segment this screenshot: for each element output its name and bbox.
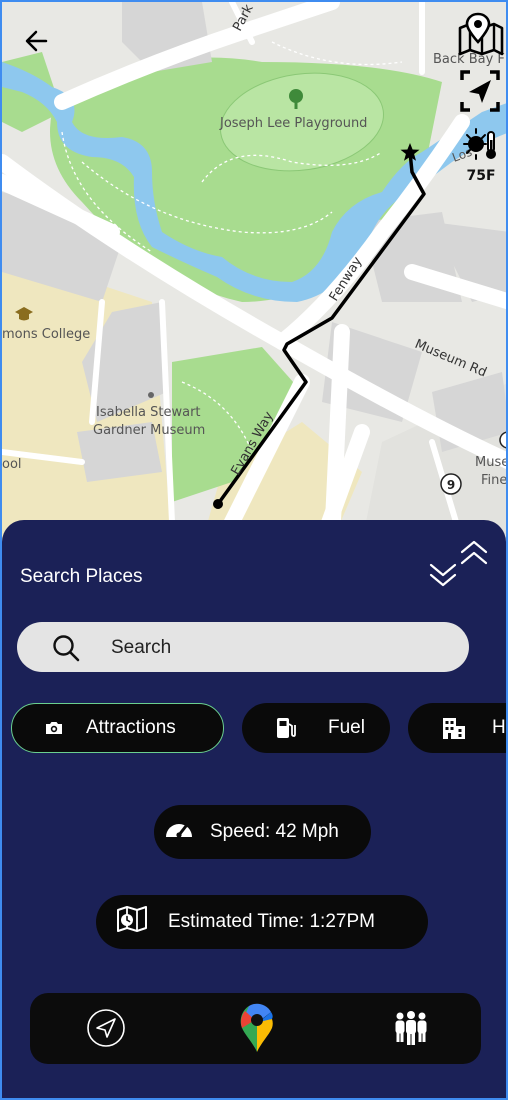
chevron-double-up-icon[interactable] xyxy=(458,540,490,566)
sun-thermometer-icon xyxy=(463,128,496,160)
app-frame: 9 Joseph Lee Playground Isabella Stewart… xyxy=(0,0,508,1100)
college-label: mons College xyxy=(2,327,90,342)
search-icon xyxy=(53,635,80,662)
arrow-left-icon xyxy=(25,30,48,52)
fuel-pump-icon xyxy=(274,716,298,740)
museum-fine-label-1: Muse xyxy=(475,455,508,470)
temperature-label: 75F xyxy=(466,168,496,184)
hotel-icon xyxy=(442,716,466,740)
chip-attractions[interactable]: Attractions xyxy=(11,703,224,753)
speed-indicator: Speed: 42 Mph xyxy=(154,805,371,859)
search-input[interactable] xyxy=(109,630,453,666)
bottom-nav xyxy=(30,993,481,1064)
museum-label-2: Gardner Museum xyxy=(93,423,205,438)
locate-button[interactable] xyxy=(460,70,500,112)
nav-maps-button[interactable] xyxy=(235,1003,279,1053)
playground-label: Joseph Lee Playground xyxy=(219,116,367,131)
navigation-arrow-icon xyxy=(460,70,500,112)
chip-hotels[interactable]: Hotels xyxy=(408,703,506,753)
museum-label-1: Isabella Stewart xyxy=(96,405,201,420)
navigation-arrow-icon xyxy=(87,1009,125,1047)
nav-navigate-button[interactable] xyxy=(82,1003,130,1053)
speedometer-icon xyxy=(164,817,194,847)
museum-fine-label-2: Fine xyxy=(481,473,507,488)
map-mode-button[interactable] xyxy=(456,12,506,58)
weather-widget: 75F xyxy=(458,126,504,184)
panel-title: Search Places xyxy=(20,566,143,587)
search-bar[interactable] xyxy=(17,622,469,672)
chip-hotels-label: Hotels xyxy=(492,717,506,738)
chip-fuel-label: Fuel xyxy=(328,717,365,738)
edge-label-left: ool xyxy=(2,457,22,472)
route-badge: 9 xyxy=(447,478,455,492)
eta-label: Estimated Time: 1:27PM xyxy=(168,911,375,932)
category-chips: Attractions Fuel H xyxy=(2,703,506,755)
eta-indicator: Estimated Time: 1:27PM xyxy=(96,895,428,949)
camera-icon xyxy=(42,716,66,740)
map-pin-icon xyxy=(458,12,504,56)
chip-attractions-label: Attractions xyxy=(86,717,176,738)
chip-fuel[interactable]: Fuel xyxy=(242,703,390,753)
google-maps-icon xyxy=(240,1003,273,1052)
search-panel: Search Places A xyxy=(2,520,506,1098)
back-button[interactable] xyxy=(20,24,54,58)
chevron-double-down-icon[interactable] xyxy=(428,562,458,588)
nav-group-button[interactable] xyxy=(387,1003,435,1053)
map-view[interactable]: 9 Joseph Lee Playground Isabella Stewart… xyxy=(2,2,508,542)
group-icon xyxy=(395,1011,427,1045)
speed-label: Speed: 42 Mph xyxy=(210,821,339,842)
map-clock-icon xyxy=(116,905,148,939)
